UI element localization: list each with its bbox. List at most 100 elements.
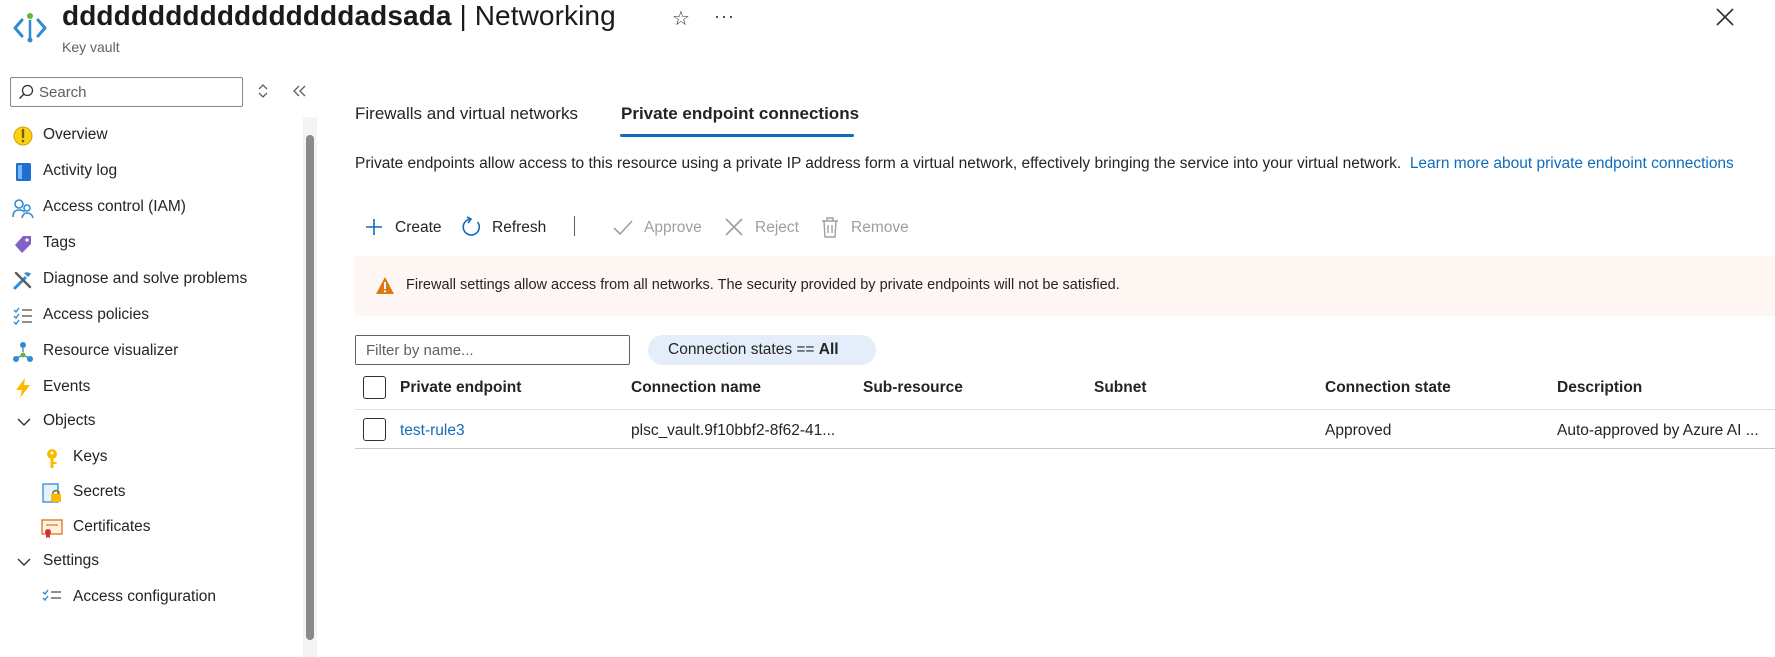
sidebar-group-settings[interactable]: Settings: [0, 543, 300, 579]
resource-type: Key vault: [62, 39, 120, 55]
overview-icon: [13, 126, 33, 146]
command-toolbar: Create Refresh Approve Reject Remove: [355, 212, 955, 242]
sidebar-item-tags[interactable]: Tags: [0, 225, 300, 261]
header-divider: [355, 409, 1775, 410]
column-header[interactable]: Connection state: [1325, 379, 1451, 397]
warning-text: Firewall settings allow access from all …: [406, 277, 1120, 293]
close-icon[interactable]: [1714, 6, 1736, 28]
sidebar-item-access-policies[interactable]: Access policies: [0, 297, 300, 333]
sidebar-item-label: Objects: [43, 412, 96, 429]
sidebar-scrollbar-thumb[interactable]: [306, 135, 314, 640]
collapse-sidebar-icon[interactable]: [290, 82, 308, 100]
approve-label: Approve: [644, 219, 702, 236]
sort-updown-icon[interactable]: [256, 82, 270, 100]
filter-by-name[interactable]: [355, 335, 630, 365]
tab-private-endpoints[interactable]: Private endpoint connections: [621, 104, 859, 134]
section-description: Private endpoints allow access to this r…: [355, 153, 1735, 175]
refresh-button[interactable]: Refresh: [460, 212, 550, 242]
reject-x-icon: [725, 218, 743, 236]
networking-resource-icon: [13, 13, 47, 43]
sidebar-item-diagnose[interactable]: Diagnose and solve problems: [0, 261, 300, 297]
warning-banner: Firewall settings allow access from all …: [355, 256, 1775, 316]
checkmark-icon: [613, 220, 633, 236]
filter-input[interactable]: [366, 340, 621, 360]
connection-name-cell: plsc_vault.9f10bbf2-8f62-41...: [631, 422, 836, 439]
remove-button[interactable]: Remove: [819, 212, 919, 242]
tab-firewalls[interactable]: Firewalls and virtual networks: [355, 104, 578, 134]
refresh-label: Refresh: [492, 219, 547, 236]
connection-state-filter-pill[interactable]: Connection states == All: [648, 335, 876, 365]
reject-button[interactable]: Reject: [723, 212, 803, 242]
sidebar-item-access-configuration[interactable]: Access configuration: [0, 579, 300, 615]
reject-label: Reject: [755, 219, 799, 236]
select-all-checkbox[interactable]: [363, 376, 386, 399]
refresh-icon: [462, 216, 481, 236]
column-header[interactable]: Connection name: [631, 379, 761, 397]
create-label: Create: [395, 219, 442, 236]
search-input[interactable]: [39, 81, 239, 103]
column-header[interactable]: Sub-resource: [863, 379, 963, 397]
warning-icon: [376, 277, 394, 294]
iam-icon: [12, 199, 34, 219]
description-cell: Auto-approved by Azure AI ...: [1557, 422, 1759, 439]
sidebar-item-certificates[interactable]: Certificates: [0, 509, 300, 545]
private-endpoint-link[interactable]: test-rule3: [400, 422, 465, 440]
pill-label: Connection states ==: [668, 341, 819, 358]
sidebar-item-label: Access control (IAM): [43, 198, 186, 215]
sidebar-item-label: Keys: [73, 448, 108, 465]
resource-name: dddddddddddddddddadsada: [62, 0, 452, 31]
column-header[interactable]: Description: [1557, 379, 1642, 397]
bolt-icon: [16, 378, 30, 398]
toolbar-divider: [574, 216, 575, 236]
search-icon: [19, 84, 34, 99]
page-title: dddddddddddddddddadsada | Networking: [62, 0, 616, 32]
sidebar-item-overview[interactable]: Overview: [0, 117, 300, 153]
sidebar-item-label: Diagnose and solve problems: [43, 270, 248, 287]
more-options-icon[interactable]: ···: [714, 6, 735, 27]
list-check-icon: [42, 589, 61, 602]
plus-icon: [366, 219, 382, 235]
sidebar-item-label: Resource visualizer: [43, 342, 179, 359]
wrench-icon: [13, 271, 32, 290]
activity-log-icon: [16, 163, 31, 181]
row-checkbox[interactable]: [363, 418, 386, 441]
sidebar-search[interactable]: [10, 77, 243, 107]
row-divider: [355, 448, 1775, 449]
sidebar-item-events[interactable]: Events: [0, 369, 300, 405]
page-header: dddddddddddddddddadsada | Networking Key…: [0, 0, 1775, 60]
sidebar-item-keys[interactable]: Keys: [0, 439, 300, 475]
remove-label: Remove: [851, 219, 909, 236]
pill-text: Connection states == All: [668, 341, 839, 359]
column-header[interactable]: Private endpoint: [400, 379, 521, 397]
trash-icon: [822, 217, 838, 238]
chevron-down-icon: [17, 418, 31, 426]
key-icon: [47, 449, 57, 468]
page-section: Networking: [474, 0, 616, 31]
active-tab-indicator: [620, 134, 854, 137]
sidebar-item-label: Access configuration: [73, 588, 217, 605]
sidebar-item-resource-visualizer[interactable]: Resource visualizer: [0, 333, 300, 369]
sidebar-item-label: Overview: [43, 126, 108, 143]
sidebar-item-label: Tags: [43, 234, 76, 251]
sidebar-group-objects[interactable]: Objects: [0, 403, 300, 439]
secret-icon: [42, 483, 61, 503]
sidebar-item-activity-log[interactable]: Activity log: [0, 153, 300, 189]
sidebar-item-label: Access policies: [43, 306, 149, 323]
approve-button[interactable]: Approve: [612, 212, 712, 242]
sidebar-item-label: Secrets: [73, 483, 126, 500]
connection-state-cell: Approved: [1325, 422, 1392, 439]
title-separator: |: [451, 0, 475, 31]
sidebar-item-secrets[interactable]: Secrets: [0, 474, 300, 510]
sidebar-item-label: Certificates: [73, 518, 151, 535]
sidebar-item-label: Events: [43, 378, 91, 395]
certificate-icon: [41, 519, 63, 538]
list-check-icon: [13, 307, 32, 326]
star-icon[interactable]: ☆: [672, 6, 690, 31]
create-button[interactable]: Create: [363, 212, 443, 242]
column-header[interactable]: Subnet: [1094, 379, 1147, 397]
tag-icon: [15, 236, 31, 253]
sidebar-item-label: Activity log: [43, 162, 118, 179]
chevron-down-icon: [17, 558, 31, 566]
sidebar-item-iam[interactable]: Access control (IAM): [0, 189, 300, 225]
learn-more-link[interactable]: Learn more about private endpoint connec…: [1410, 155, 1734, 172]
